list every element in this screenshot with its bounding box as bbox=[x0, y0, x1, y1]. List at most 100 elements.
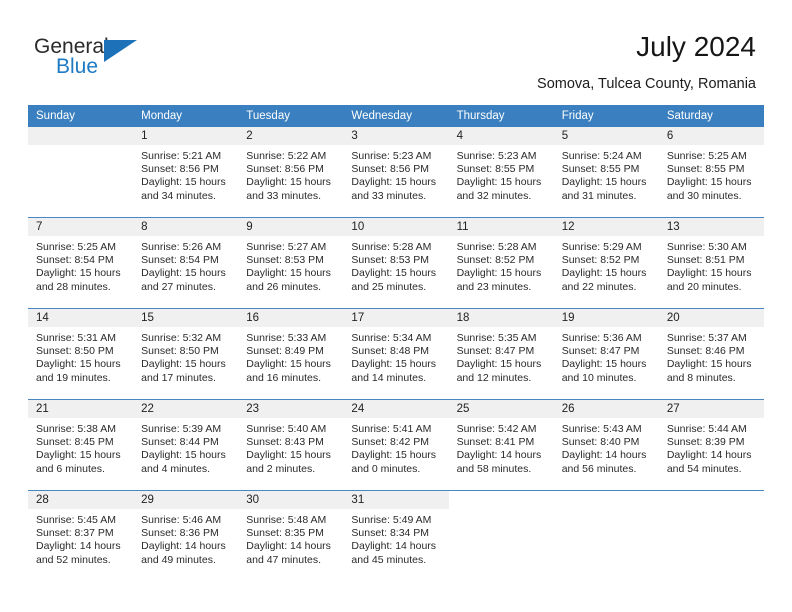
day-number: 23 bbox=[238, 400, 344, 418]
day-cell-inner: 31 Sunrise: 5:49 AM Sunset: 8:34 PM Dayligh… bbox=[343, 491, 449, 581]
calendar-day-cell[interactable]: 2 Sunrise: 5:22 AM Sunset: 8:56 PM Daylight… bbox=[238, 127, 344, 218]
calendar-day-cell[interactable]: 5 Sunrise: 5:24 AM Sunset: 8:55 PM Daylight… bbox=[553, 127, 659, 218]
calendar-day-cell[interactable]: 9 Sunrise: 5:27 AM Sunset: 8:53 PM Daylight… bbox=[238, 217, 344, 309]
logo-text-blue: Blue bbox=[56, 55, 99, 78]
calendar-day-cell[interactable]: 28 Sunrise: 5:45 AM Sunset: 8:37 PM Dayligh… bbox=[28, 490, 134, 581]
sunrise-line: Sunrise: 5:22 AM bbox=[246, 150, 327, 162]
calendar-day-cell[interactable]: 25 Sunrise: 5:42 AM Sunset: 8:41 PM Dayligh… bbox=[448, 399, 554, 491]
calendar-day-cell[interactable]: 16 Sunrise: 5:33 AM Sunset: 8:49 PM Dayligh… bbox=[238, 308, 344, 400]
calendar-day-cell[interactable]: 6 Sunrise: 5:25 AM Sunset: 8:55 PM Daylight… bbox=[658, 127, 764, 218]
sunset-line: Sunset: 8:37 PM bbox=[36, 527, 114, 540]
sunrise-line: Sunrise: 5:28 AM bbox=[456, 241, 537, 253]
calendar-day-cell[interactable]: 24 Sunrise: 5:41 AM Sunset: 8:42 PM Dayligh… bbox=[343, 399, 449, 491]
day-number: 6 bbox=[658, 127, 764, 145]
calendar-day-cell[interactable]: 22 Sunrise: 5:39 AM Sunset: 8:44 PM Dayligh… bbox=[133, 399, 239, 491]
calendar-day-cell[interactable]: 12 Sunrise: 5:29 AM Sunset: 8:52 PM Dayligh… bbox=[553, 217, 659, 309]
sunset-line: Sunset: 8:47 PM bbox=[456, 345, 535, 358]
sun-times-details: Sunrise: 5:25 AM Sunset: 8:55 PM Daylight:… bbox=[659, 145, 764, 203]
calendar-day-cell[interactable]: 7 Sunrise: 5:25 AM Sunset: 8:54 PM Daylight… bbox=[28, 217, 134, 309]
page-title: July 2024 bbox=[636, 31, 756, 62]
calendar-day-cell[interactable]: 29 Sunrise: 5:46 AM Sunset: 8:36 PM Dayligh… bbox=[133, 490, 239, 581]
day-number: 8 bbox=[133, 218, 239, 236]
day-cell-inner: 12 Sunrise: 5:29 AM Sunset: 8:52 PM Dayligh… bbox=[553, 218, 659, 308]
sun-times-details: Sunrise: 5:42 AM Sunset: 8:41 PM Daylight:… bbox=[449, 418, 554, 476]
day-number bbox=[553, 491, 659, 509]
calendar-day-cell[interactable]: 4 Sunrise: 5:23 AM Sunset: 8:55 PM Daylight… bbox=[448, 127, 554, 218]
weekday-header-thursday: Thursday bbox=[448, 105, 554, 127]
daylight-line: Daylight: 15 hours bbox=[246, 449, 331, 462]
day-number: 7 bbox=[28, 218, 134, 236]
daylight-line: Daylight: 15 hours bbox=[141, 449, 226, 462]
daylight-line: Daylight: 15 hours bbox=[36, 358, 121, 371]
calendar-day-cell[interactable]: 8 Sunrise: 5:26 AM Sunset: 8:54 PM Daylight… bbox=[133, 217, 239, 309]
sun-times-details: Sunrise: 5:48 AM Sunset: 8:35 PM Daylight:… bbox=[238, 509, 343, 567]
calendar-grid: Sunday Monday Tuesday Wednesday Thursday Frid… bbox=[28, 105, 764, 581]
daylight-line-cont: and 8 minutes. bbox=[666, 371, 736, 384]
sun-times-details: Sunrise: 5:40 AM Sunset: 8:43 PM Daylight:… bbox=[238, 418, 343, 476]
calendar-day-cell[interactable]: 26 Sunrise: 5:43 AM Sunset: 8:40 PM Dayligh… bbox=[553, 399, 659, 491]
day-number: 16 bbox=[238, 309, 344, 327]
daylight-line-cont: and 4 minutes. bbox=[141, 462, 211, 475]
daylight-line: Daylight: 15 hours bbox=[36, 267, 121, 280]
daylight-line: Daylight: 15 hours bbox=[351, 267, 437, 280]
sunset-line: Sunset: 8:53 PM bbox=[246, 254, 324, 267]
day-cell-inner: 13 Sunrise: 5:30 AM Sunset: 8:51 PM Dayligh… bbox=[658, 218, 764, 308]
calendar-day-cell[interactable]: 14 Sunrise: 5:31 AM Sunset: 8:50 PM Dayligh… bbox=[28, 308, 134, 400]
calendar-day-cell[interactable]: 19 Sunrise: 5:36 AM Sunset: 8:47 PM Dayligh… bbox=[553, 308, 659, 400]
daylight-line: Daylight: 15 hours bbox=[141, 176, 226, 189]
day-number: 18 bbox=[448, 309, 554, 327]
sunset-line: Sunset: 8:55 PM bbox=[666, 163, 745, 176]
sunrise-line: Sunrise: 5:43 AM bbox=[561, 423, 642, 435]
calendar-day-cell[interactable]: 20 Sunrise: 5:37 AM Sunset: 8:46 PM Dayligh… bbox=[658, 308, 764, 400]
day-cell-inner: 9 Sunrise: 5:27 AM Sunset: 8:53 PM Daylight… bbox=[238, 218, 344, 308]
calendar-day-cell-empty bbox=[28, 127, 134, 218]
calendar-day-cell[interactable]: 31 Sunrise: 5:49 AM Sunset: 8:34 PM Dayligh… bbox=[343, 490, 449, 581]
day-number: 4 bbox=[448, 127, 554, 145]
daylight-line: Daylight: 14 hours bbox=[351, 540, 437, 553]
calendar-day-cell[interactable]: 13 Sunrise: 5:30 AM Sunset: 8:51 PM Dayligh… bbox=[658, 217, 764, 309]
daylight-line: Daylight: 15 hours bbox=[246, 358, 331, 371]
daylight-line-cont: and 45 minutes. bbox=[351, 553, 427, 566]
general-blue-logo[interactable]: General Blue bbox=[34, 36, 164, 86]
daylight-line-cont: and 49 minutes. bbox=[141, 553, 216, 566]
sun-times-details: Sunrise: 5:39 AM Sunset: 8:44 PM Daylight:… bbox=[133, 418, 238, 476]
calendar-day-cell[interactable]: 18 Sunrise: 5:35 AM Sunset: 8:47 PM Dayligh… bbox=[448, 308, 554, 400]
calendar-day-cell[interactable]: 15 Sunrise: 5:32 AM Sunset: 8:50 PM Dayligh… bbox=[133, 308, 239, 400]
calendar-day-cell[interactable]: 3 Sunrise: 5:23 AM Sunset: 8:56 PM Daylight… bbox=[343, 127, 449, 218]
day-number: 29 bbox=[133, 491, 239, 509]
calendar-day-cell[interactable]: 10 Sunrise: 5:28 AM Sunset: 8:53 PM Dayligh… bbox=[343, 217, 449, 309]
day-number: 31 bbox=[343, 491, 449, 509]
calendar-day-cell[interactable]: 1 Sunrise: 5:21 AM Sunset: 8:56 PM Daylight… bbox=[133, 127, 239, 218]
calendar-day-cell[interactable]: 17 Sunrise: 5:34 AM Sunset: 8:48 PM Dayligh… bbox=[343, 308, 449, 400]
calendar-day-cell[interactable]: 11 Sunrise: 5:28 AM Sunset: 8:52 PM Dayligh… bbox=[448, 217, 554, 309]
daylight-line-cont: and 0 minutes. bbox=[351, 462, 421, 475]
day-cell-inner: 27 Sunrise: 5:44 AM Sunset: 8:39 PM Dayligh… bbox=[658, 400, 764, 490]
day-cell-inner: 17 Sunrise: 5:34 AM Sunset: 8:48 PM Dayligh… bbox=[343, 309, 449, 399]
daylight-line-cont: and 12 minutes. bbox=[456, 371, 532, 384]
daylight-line: Daylight: 14 hours bbox=[456, 449, 542, 462]
sun-times-details: Sunrise: 5:23 AM Sunset: 8:55 PM Daylight:… bbox=[449, 145, 554, 203]
day-number: 22 bbox=[133, 400, 239, 418]
sunrise-line: Sunrise: 5:23 AM bbox=[351, 150, 432, 162]
sunrise-line: Sunrise: 5:42 AM bbox=[456, 423, 537, 435]
sunrise-line: Sunrise: 5:24 AM bbox=[561, 150, 642, 162]
weekday-header-row: Sunday Monday Tuesday Wednesday Thursday Frid… bbox=[28, 105, 764, 127]
day-cell-inner: 3 Sunrise: 5:23 AM Sunset: 8:56 PM Daylight… bbox=[343, 127, 449, 217]
day-cell-inner: 21 Sunrise: 5:38 AM Sunset: 8:45 PM Dayligh… bbox=[28, 400, 134, 490]
day-cell-inner bbox=[553, 491, 659, 581]
sun-times-details: Sunrise: 5:38 AM Sunset: 8:45 PM Daylight:… bbox=[28, 418, 133, 476]
calendar-day-cell[interactable]: 23 Sunrise: 5:40 AM Sunset: 8:43 PM Dayligh… bbox=[238, 399, 344, 491]
sunset-line: Sunset: 8:36 PM bbox=[141, 527, 219, 540]
calendar-day-cell[interactable]: 27 Sunrise: 5:44 AM Sunset: 8:39 PM Dayligh… bbox=[658, 399, 764, 491]
day-cell-inner: 23 Sunrise: 5:40 AM Sunset: 8:43 PM Dayligh… bbox=[238, 400, 344, 490]
weekday-header-friday: Friday bbox=[553, 105, 659, 127]
sunrise-line: Sunrise: 5:40 AM bbox=[246, 423, 327, 435]
sunrise-line: Sunrise: 5:27 AM bbox=[246, 241, 327, 253]
calendar-day-cell[interactable]: 21 Sunrise: 5:38 AM Sunset: 8:45 PM Dayligh… bbox=[28, 399, 134, 491]
sunset-line: Sunset: 8:53 PM bbox=[351, 254, 430, 267]
calendar-day-cell[interactable]: 30 Sunrise: 5:48 AM Sunset: 8:35 PM Dayligh… bbox=[238, 490, 344, 581]
sunrise-line: Sunrise: 5:31 AM bbox=[36, 332, 116, 344]
calendar-week-row: 1 Sunrise: 5:21 AM Sunset: 8:56 PM Daylight… bbox=[28, 127, 764, 218]
sunset-line: Sunset: 8:34 PM bbox=[351, 527, 430, 540]
sun-times-details: Sunrise: 5:35 AM Sunset: 8:47 PM Daylight:… bbox=[449, 327, 554, 385]
